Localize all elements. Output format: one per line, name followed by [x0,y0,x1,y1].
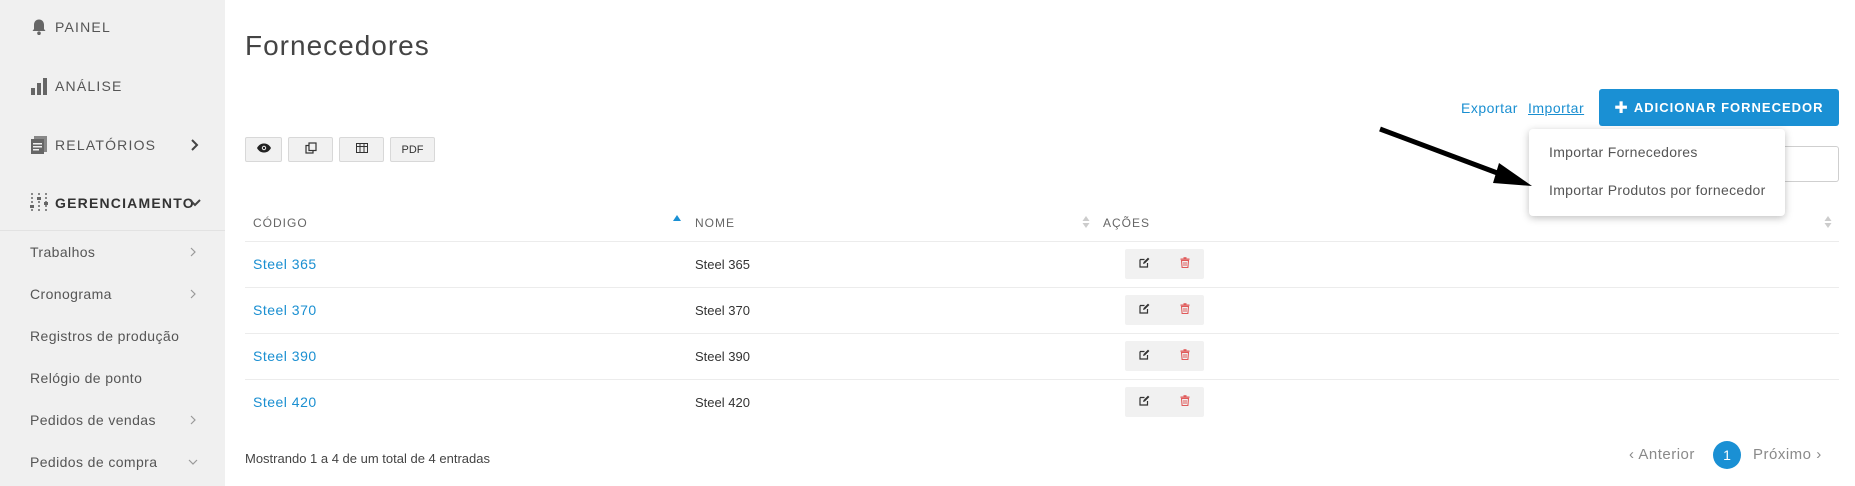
chevron-right-icon [188,415,198,425]
eye-icon [256,143,272,156]
sidebar-item-label: Pedidos de vendas [30,412,156,428]
export-link[interactable]: Exportar [1461,100,1518,116]
pagination-next[interactable]: Próximo › [1753,446,1822,463]
trash-icon [1180,393,1190,411]
chevron-right-icon [188,289,198,299]
row-actions [1125,387,1204,417]
pdf-button[interactable]: PDF [390,137,435,162]
sidebar-item-cronograma[interactable]: Cronograma [0,274,225,314]
row-actions [1125,341,1204,371]
edit-button[interactable] [1125,341,1164,371]
add-supplier-label: ADICIONAR FORNECEDOR [1633,100,1824,115]
page-title: Fornecedores [245,30,430,61]
annotation-arrow [1379,126,1532,186]
nav-item-painel-label: PAINEL [55,19,111,35]
menu-item-import-products-by-supplier[interactable]: Importar Produtos por fornecedor [1549,182,1766,198]
delete-button[interactable] [1165,341,1204,371]
pagination-next-label: Próximo [1753,446,1812,463]
nav-item-relatorios[interactable]: RELATÓRIOS [0,119,225,171]
pagination-prev-label: Anterior [1638,446,1695,463]
sidebar-item-pedidos-compra[interactable]: Pedidos de compra [0,442,225,482]
column-header-actions: AÇÕES [1103,216,1151,230]
sidebar-item-label: Trabalhos [30,244,96,260]
chevron-right-icon [188,247,198,257]
sidebar-item-label: Cronograma [30,286,112,302]
menu-item-import-suppliers[interactable]: Importar Fornecedores [1549,144,1698,160]
nav-item-analise[interactable]: ANÁLISE [0,60,225,112]
supplier-name: Steel 420 [695,395,750,410]
sort-asc-icon[interactable] [672,214,682,230]
sliders-icon [28,192,50,214]
nav-item-analise-label: ANÁLISE [55,78,123,94]
copy-icon [304,142,317,157]
trash-icon [1180,301,1190,319]
plus-icon: ✚ [1614,99,1629,117]
supplier-code-link[interactable]: Steel 420 [253,394,317,410]
nav-item-relatorios-label: RELATÓRIOS [55,137,157,153]
trash-icon [1180,347,1190,365]
sidebar-item-label: Registros de produção [30,328,180,344]
delete-button[interactable] [1165,249,1204,279]
import-dropdown-menu: Importar Fornecedores Importar Produtos … [1529,129,1785,216]
pagination-current-page[interactable]: 1 [1713,441,1741,469]
sidebar-item-label: Pedidos de compra [30,454,158,470]
sidebar: PAINEL ANÁLISE RELATÓRIOS GERENCIAMENTO … [0,0,225,486]
chevron-left-icon: ‹ [1629,446,1635,463]
edit-button[interactable] [1125,249,1164,279]
sidebar-item-registros[interactable]: Registros de produção [0,316,225,356]
nav-item-gerenciamento-label: GERENCIAMENTO [55,195,195,211]
add-supplier-button[interactable]: ✚ ADICIONAR FORNECEDOR [1599,89,1839,126]
sidebar-item-relogio[interactable]: Relógio de ponto [0,358,225,398]
chevron-down-icon [188,457,198,467]
sidebar-divider [0,230,225,231]
row-actions [1125,249,1204,279]
sidebar-item-pedidos-vendas[interactable]: Pedidos de vendas [0,400,225,440]
supplier-code-link[interactable]: Steel 365 [253,256,317,272]
chevron-right-icon [188,138,202,152]
edit-icon [1139,393,1150,411]
row-actions [1125,295,1204,325]
bar-chart-icon [28,75,50,97]
row-divider [245,287,1839,288]
chevron-down-icon [188,196,202,210]
sort-icon[interactable] [1823,214,1833,230]
chevron-right-icon: › [1816,446,1822,463]
column-header-code[interactable]: CÓDIGO [253,216,308,230]
edit-button[interactable] [1125,295,1164,325]
import-link[interactable]: Importar [1528,100,1584,116]
column-header-name[interactable]: NOME [695,216,735,230]
report-icon [28,134,50,156]
pagination-prev[interactable]: ‹ Anterior [1629,446,1695,463]
supplier-name: Steel 365 [695,257,750,272]
row-divider [245,241,1839,242]
edit-button[interactable] [1125,387,1164,417]
sidebar-item-label: Relógio de ponto [30,370,143,386]
table-icon [355,143,368,156]
row-divider [245,379,1839,380]
bell-icon [28,16,50,38]
supplier-code-link[interactable]: Steel 390 [253,348,317,364]
edit-icon [1139,255,1150,273]
pdf-button-label: PDF [401,143,424,156]
row-divider [245,333,1839,334]
supplier-name: Steel 370 [695,303,750,318]
supplier-code-link[interactable]: Steel 370 [253,302,317,318]
supplier-name: Steel 390 [695,349,750,364]
table-info: Mostrando 1 a 4 de um total de 4 entrada… [245,451,490,466]
edit-icon [1139,301,1150,319]
excel-button[interactable] [339,137,384,162]
edit-icon [1139,347,1150,365]
delete-button[interactable] [1165,387,1204,417]
trash-icon [1180,255,1190,273]
copy-button[interactable] [288,137,333,162]
sort-icon[interactable] [1081,214,1091,230]
sidebar-item-trabalhos[interactable]: Trabalhos [0,232,225,272]
nav-item-painel[interactable]: PAINEL [0,1,225,53]
delete-button[interactable] [1165,295,1204,325]
nav-item-gerenciamento[interactable]: GERENCIAMENTO [0,177,225,229]
column-visibility-button[interactable] [245,137,282,162]
